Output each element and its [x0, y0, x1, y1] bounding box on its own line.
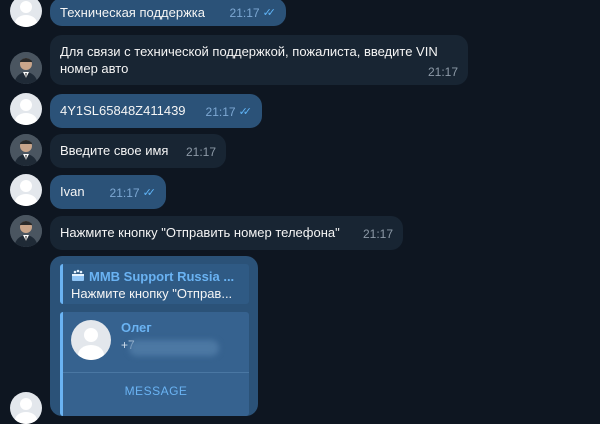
divider	[63, 372, 249, 373]
user-avatar[interactable]	[10, 174, 42, 206]
bot-avatar[interactable]	[10, 52, 42, 84]
message-time: 21:17	[229, 6, 260, 20]
user-avatar[interactable]	[10, 93, 42, 125]
redacted-phone-blur	[129, 340, 219, 356]
quote-text: Нажмите кнопку "Отправ...	[71, 286, 233, 301]
bot-avatar[interactable]	[10, 215, 42, 247]
double-check-icon: ✓✓	[262, 7, 277, 19]
user-avatar[interactable]	[10, 392, 42, 424]
bot-avatar[interactable]	[10, 134, 42, 166]
person-silhouette-icon	[15, 398, 37, 424]
quote-title: MMB Support Russia ...	[89, 269, 235, 284]
shared-contact[interactable]: Олег +7 MESSAGE	[60, 312, 249, 416]
message-text-line-2: номер авто	[60, 61, 129, 76]
message-bubble[interactable]: Ivan 21:17 ✓✓	[50, 175, 166, 209]
message-meta: 21:17	[428, 64, 458, 81]
man-in-suit-avatar	[10, 215, 42, 247]
message-time: 21:17	[362, 227, 393, 241]
contact-avatar[interactable]	[71, 320, 111, 360]
person-silhouette-icon	[15, 180, 37, 206]
message-bubble[interactable]: Нажмите кнопку "Отправить номер телефона…	[50, 216, 403, 250]
man-in-suit-avatar	[10, 52, 42, 84]
message-text: Нажмите кнопку "Отправить номер телефона…	[60, 225, 340, 240]
message-meta: 21:17	[363, 226, 393, 243]
message-time: 21:17	[109, 186, 140, 200]
double-check-icon: ✓✓	[238, 106, 253, 118]
cake-icon	[71, 268, 85, 285]
person-silhouette-icon	[15, 1, 37, 27]
user-avatar[interactable]	[10, 0, 42, 27]
message-meta: 21:17	[186, 144, 216, 161]
contact-name: Олег	[121, 320, 152, 335]
message-meta: 21:17 ✓✓	[109, 185, 157, 202]
message-bubble[interactable]: Для связи с технической поддержкой, пожа…	[50, 35, 468, 85]
reply-quote[interactable]: MMB Support Russia ... Нажмите кнопку "О…	[60, 264, 249, 304]
message-meta: 21:17 ✓✓	[205, 104, 253, 121]
message-time: 21:17	[427, 65, 458, 79]
quote-title-row: MMB Support Russia ...	[71, 268, 234, 285]
double-check-icon: ✓✓	[142, 187, 157, 199]
message-time: 21:17	[185, 145, 216, 159]
message-bubble[interactable]: Введите свое имя 21:17	[50, 134, 226, 168]
message-bubble[interactable]: 4Y1SL65848Z411439 21:17 ✓✓	[50, 94, 262, 128]
message-meta: 21:17 ✓✓	[229, 5, 277, 22]
contact-message-bubble[interactable]: MMB Support Russia ... Нажмите кнопку "О…	[50, 256, 258, 416]
message-bubble[interactable]: Техническая поддержка 21:17 ✓✓	[50, 0, 286, 26]
person-silhouette-icon	[78, 328, 104, 360]
message-text-line-1: Для связи с технической поддержкой, пожа…	[60, 44, 438, 59]
message-contact-button[interactable]: MESSAGE	[63, 374, 249, 408]
message-time: 21:17	[205, 105, 236, 119]
man-in-suit-avatar	[10, 134, 42, 166]
person-silhouette-icon	[15, 99, 37, 125]
